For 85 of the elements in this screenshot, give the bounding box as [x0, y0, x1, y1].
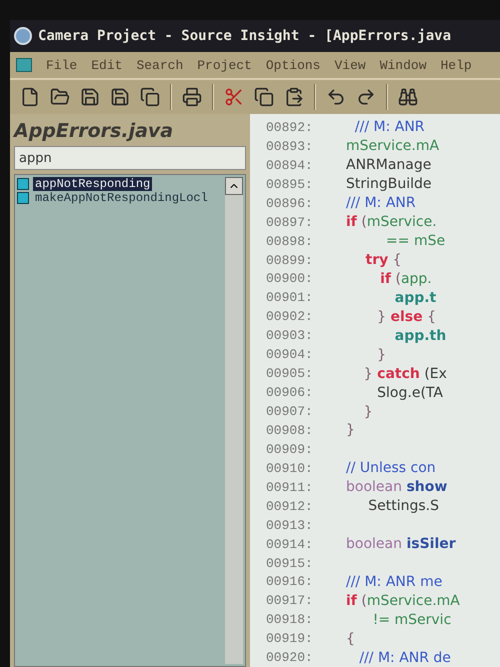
menu-item[interactable]: Edit	[91, 58, 122, 72]
save-icon[interactable]	[110, 87, 130, 107]
menu-item[interactable]: Project	[197, 58, 252, 72]
code-line: } else {	[376, 308, 436, 325]
copy-icon[interactable]	[254, 87, 274, 107]
line-number: 00910:	[266, 460, 314, 476]
line-number: 00916:	[266, 574, 314, 590]
scissors-icon[interactable]	[224, 87, 244, 107]
symbol-search-field[interactable]: appn	[14, 146, 246, 170]
menu-item[interactable]: Window	[380, 58, 426, 72]
line-number: 00914:	[266, 536, 314, 552]
line-number: 00905:	[266, 366, 314, 382]
code-line: if (mService.mA	[346, 592, 460, 609]
scrollbar[interactable]	[225, 177, 243, 664]
line-number: 00919:	[266, 631, 314, 646]
paste-icon[interactable]	[284, 87, 304, 107]
line-number: 00909:	[266, 442, 314, 457]
line-number: 00913:	[266, 518, 314, 533]
code-line: boolean show	[346, 479, 448, 496]
menu-item[interactable]: Search	[136, 58, 184, 72]
code-line: /// M: ANR me	[346, 574, 442, 590]
code-line: if (mService.	[346, 214, 437, 230]
save-icon[interactable]	[80, 87, 100, 107]
line-number: 00892:	[266, 120, 314, 135]
line-number: 00897:	[266, 214, 314, 230]
line-number: 00900:	[266, 271, 314, 286]
redo-icon[interactable]	[356, 87, 376, 107]
code-line: // Unless con	[346, 460, 436, 476]
line-number: 00911:	[266, 480, 314, 495]
code-line: try {	[364, 252, 402, 268]
stacked-files-icon[interactable]	[140, 87, 160, 107]
code-line: }	[376, 346, 386, 363]
code-line: == mSe	[385, 233, 446, 250]
menu-item[interactable]: File	[46, 58, 78, 72]
window-title: Camera Project - Source Insight - [AppErrors.java	[38, 28, 452, 44]
line-number: 00899:	[266, 252, 314, 268]
panel-title: AppErrors.java	[14, 120, 174, 142]
code-line: } catch (Ex	[362, 366, 447, 382]
line-number: 00894:	[266, 158, 314, 173]
code-line: }	[346, 422, 355, 438]
code-line: /// M: ANR de	[358, 650, 451, 666]
line-number: 00912:	[266, 498, 314, 514]
printer-icon[interactable]	[182, 87, 202, 107]
code-line: StringBuilde	[346, 176, 432, 192]
code-line: ANRManage	[346, 157, 432, 174]
code-line: /// M: ANR	[346, 195, 416, 212]
line-number: 00898:	[266, 234, 314, 249]
symbol-icon	[17, 178, 29, 190]
code-line: != mServic	[372, 612, 452, 628]
code-line: }	[362, 404, 373, 420]
code-line: /// M: ANR	[354, 119, 425, 136]
line-number: 00907:	[266, 404, 314, 420]
line-number: 00917:	[266, 593, 314, 608]
code-line: app.th	[394, 328, 446, 344]
menu-item[interactable]: Help	[440, 58, 472, 72]
binoculars-icon[interactable]	[398, 87, 418, 107]
line-number: 00915:	[266, 556, 314, 571]
symbol-icon	[17, 192, 29, 204]
code-line: if (app.	[379, 270, 432, 287]
new-file-icon[interactable]	[20, 87, 40, 107]
line-number: 00908:	[266, 422, 314, 438]
app-icon	[14, 27, 32, 45]
code-line: {	[346, 630, 355, 647]
code-line: app.t	[394, 290, 436, 306]
menu-item[interactable]: Options	[266, 58, 320, 72]
folder-icon[interactable]	[50, 87, 70, 107]
line-number: 00904:	[266, 347, 314, 362]
code-line: Settings.S	[367, 498, 440, 514]
line-number: 00903:	[266, 328, 314, 344]
line-number: 00920:	[266, 650, 314, 666]
line-number: 00896:	[266, 196, 314, 211]
symbol-item[interactable]: appNotResponding	[33, 177, 152, 191]
code-line: Slog.e(TA	[376, 384, 443, 401]
undo-icon[interactable]	[326, 87, 346, 107]
line-number: 00902:	[266, 309, 314, 324]
menu-item[interactable]: View	[334, 58, 366, 72]
line-number: 00918:	[266, 612, 314, 628]
line-number: 00895:	[266, 176, 314, 192]
line-number: 00906:	[266, 385, 314, 400]
scroll-up-button[interactable]	[225, 177, 243, 195]
code-line: mService.mA	[346, 138, 440, 154]
symbol-item[interactable]: makeAppNotRespondingLocl	[33, 191, 210, 205]
code-line: boolean isSiler	[346, 536, 456, 552]
line-number: 00893:	[266, 138, 314, 154]
line-number: 00901:	[266, 290, 314, 306]
